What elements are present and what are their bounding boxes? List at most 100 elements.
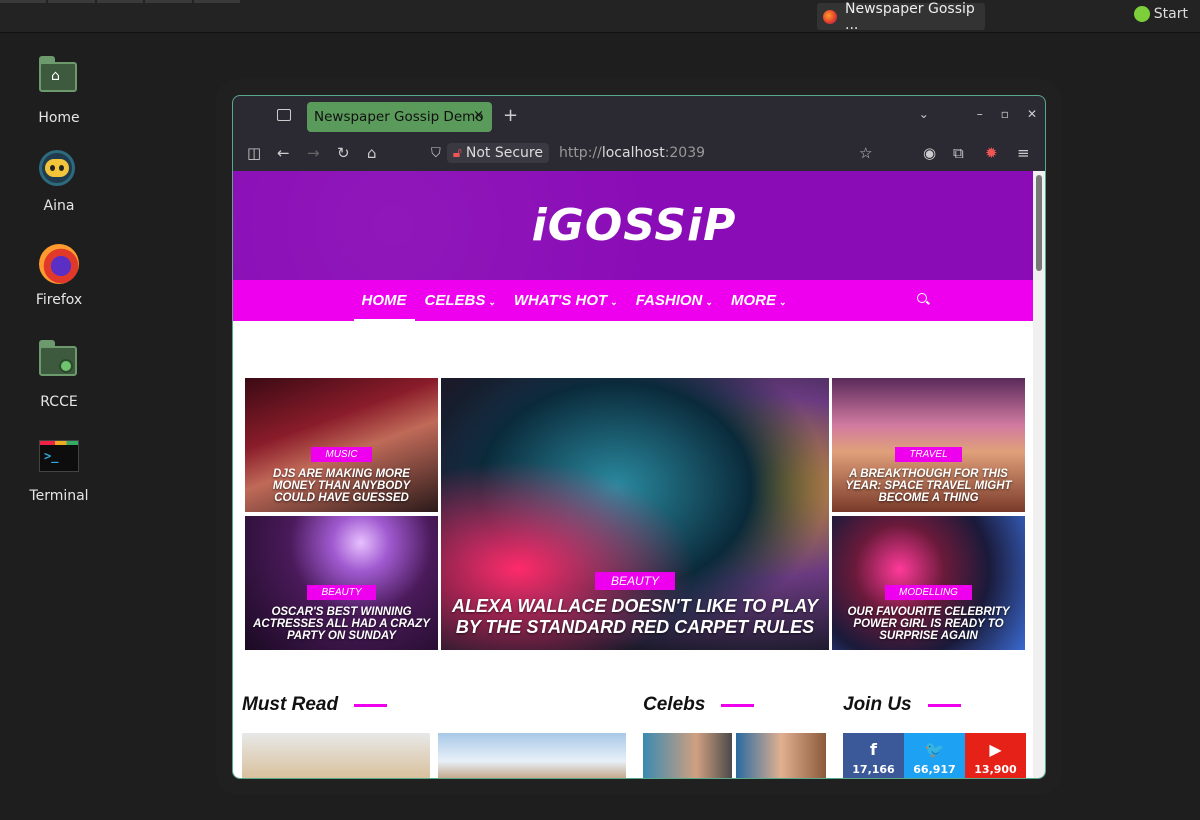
twitter-icon: 🐦 [924,740,945,759]
desktop-icon-firefox[interactable]: Firefox [20,244,98,308]
tab-overflow-chevron-icon[interactable]: ⌄ [919,107,929,121]
facebook-count: 17,166 [852,763,895,776]
hero-card-title[interactable]: A BREAKTHOUGH FOR THIS YEAR: SPACE TRAVE… [840,468,1017,504]
url-bar[interactable]: ⛉ 🔓︎ Not Secure http://localhost:2039 [431,139,831,167]
workspace-indicator[interactable] [0,0,241,3]
category-tag[interactable]: BEAUTY [307,585,376,600]
must-read-thumbnail[interactable] [242,733,430,778]
hero-card-modelling[interactable]: MODELLING OUR FAVOURITE CELEBRITY POWER … [832,516,1025,650]
site-logo[interactable]: iGOSSiP [532,200,737,251]
extensions-icon[interactable]: ⧉ [953,144,964,162]
main-nav: HOME CELEBS ⌄ WHAT'S HOT ⌄ FASHION ⌄ MORE ⌄ [233,280,1035,322]
start-button[interactable]: Start [1133,6,1188,22]
start-icon [1133,6,1150,22]
nav-fashion[interactable]: FASHION ⌄ [636,292,713,309]
celebs-thumbnail[interactable] [736,733,826,778]
reload-icon[interactable]: ↻ [337,144,350,162]
not-secure-label: Not Secure [465,145,543,161]
youtube-button[interactable]: ▶ 13,900 [965,733,1026,778]
category-tag[interactable]: MUSIC [311,447,372,462]
taskbar-window-title: Newspaper Gossip ... [845,0,975,33]
desktop-icon-label: Home [38,110,80,126]
facebook-icon: f [870,740,877,759]
twitter-button[interactable]: 🐦 66,917 [904,733,965,778]
firefox-icon [39,244,79,284]
taskbar-firefox-window[interactable]: Newspaper Gossip ... [817,0,985,33]
chevron-down-icon: ⌄ [705,297,713,307]
back-icon[interactable]: ← [277,144,290,162]
url-host: localhost [601,145,665,161]
url-text[interactable]: http://localhost:2039 [559,145,705,161]
url-port: :2039 [664,145,706,161]
lock-warning-icon: 🔓︎ [452,145,462,161]
new-tab-button[interactable]: + [503,105,518,126]
top-panel: Newspaper Gossip ... Start [0,0,1200,33]
terminal-icon: >_ [39,440,79,472]
desktop-icon-rcce[interactable]: RCCE [20,340,98,410]
home-icon[interactable]: ⌂ [367,144,377,162]
twitter-count: 66,917 [913,763,956,776]
rcce-folder-icon [39,340,77,376]
chevron-down-icon: ⌄ [610,297,618,307]
hero-card-travel[interactable]: TRAVEL A BREAKTHOUGH FOR THIS YEAR: SPAC… [832,378,1025,512]
nav-toolbar: ◫ ← → ↻ ⌂ ⛉ 🔓︎ Not Secure http://localho… [233,136,1045,171]
tab-list-icon[interactable] [277,109,291,121]
account-icon[interactable]: ◉ [923,144,936,162]
hero-card-title[interactable]: OSCAR'S BEST WINNING ACTRESSES ALL HAD A… [253,606,430,642]
nav-label: MORE [730,292,776,309]
desktop-icon-aina[interactable]: Aina [20,150,98,214]
nav-label: FASHION [635,292,703,309]
minimize-icon[interactable]: – [977,107,983,121]
chevron-down-icon: ⌄ [488,297,496,307]
sidebar-icon[interactable]: ◫ [247,144,261,162]
category-tag[interactable]: TRAVEL [895,447,962,462]
section-join-us: Join Us [843,694,961,716]
bookmark-star-icon[interactable]: ☆ [859,144,872,162]
hero-card-title[interactable]: ALEXA WALLACE DOESN'T LIKE TO PLAY BY TH… [449,596,821,638]
desktop-icon-label: Firefox [35,292,83,308]
not-secure-badge[interactable]: 🔓︎ Not Secure [446,143,549,163]
tab-bar: Newspaper Gossip Demo × + ⌄ – ▫ ✕ [233,96,1045,136]
tab-close-icon[interactable]: × [473,108,484,123]
nav-label: HOME [361,292,407,309]
category-tag[interactable]: MODELLING [885,585,972,600]
hero-card-title[interactable]: OUR FAVOURITE CELEBRITY POWER GIRL IS RE… [840,606,1017,642]
hero-card-music[interactable]: MUSIC DJS ARE MAKING MORE MONEY THAN ANY… [245,378,438,512]
chevron-down-icon: ⌄ [778,297,787,307]
category-tag[interactable]: BEAUTY [594,572,675,590]
youtube-count: 13,900 [974,763,1017,776]
youtube-icon: ▶ [989,740,1002,759]
tab-title: Newspaper Gossip Demo [314,109,484,125]
tab-newspaper-gossip[interactable]: Newspaper Gossip Demo × [307,102,492,132]
url-scheme: http:// [558,145,602,161]
shield-icon[interactable]: ⛉ [431,146,441,161]
nav-celebs[interactable]: CELEBS ⌄ [425,292,496,309]
section-celebs: Celebs [643,694,754,716]
celebs-thumbnail[interactable] [643,733,732,778]
site-header: iGOSSiP [233,171,1035,280]
scrollbar-thumb[interactable] [1036,175,1042,271]
nav-more[interactable]: MORE ⌄ [731,292,787,309]
must-read-thumbnail[interactable] [438,733,626,778]
extension-fox-icon[interactable]: ✹ [985,144,998,162]
forward-icon[interactable]: → [307,144,320,162]
menu-icon[interactable]: ≡ [1017,144,1030,162]
nav-whats-hot[interactable]: WHAT'S HOT ⌄ [514,292,618,309]
desktop-icon-home[interactable]: ⌂ Home [20,56,98,126]
page-viewport: iGOSSiP HOME CELEBS ⌄ WHAT'S HOT ⌄ FASHION… [233,171,1035,778]
firefox-icon [823,9,837,24]
aina-icon [39,150,75,186]
nav-home[interactable]: HOME [353,292,415,322]
hero-card-oscar[interactable]: BEAUTY OSCAR'S BEST WINNING ACTRESSES AL… [245,516,438,650]
search-icon[interactable] [917,293,927,303]
desktop-icon-label: Terminal [29,488,89,504]
page-scrollbar[interactable] [1033,171,1045,778]
desktop-icon-terminal[interactable]: >_ Terminal [20,436,98,504]
maximize-icon[interactable]: ▫ [1001,107,1009,121]
hero-card-title[interactable]: DJS ARE MAKING MORE MONEY THAN ANYBODY C… [253,468,430,504]
hero-card-alexa[interactable]: BEAUTY ALEXA WALLACE DOESN'T LIKE TO PLA… [441,378,829,650]
home-folder-icon: ⌂ [39,56,77,92]
desktop-icon-label: RCCE [40,394,78,410]
close-icon[interactable]: ✕ [1027,107,1037,121]
facebook-button[interactable]: f 17,166 [843,733,904,778]
